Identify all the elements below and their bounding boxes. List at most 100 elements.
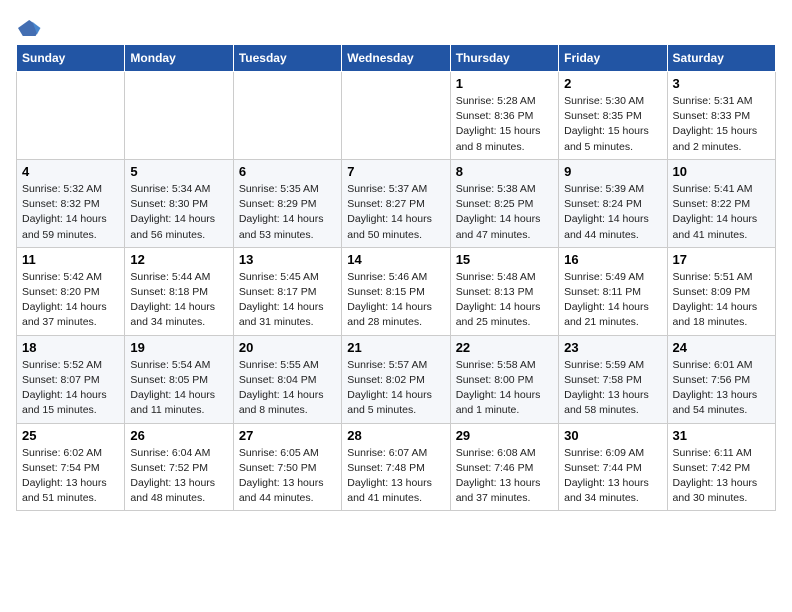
day-of-week-header: Thursday <box>450 45 558 72</box>
calendar-cell: 13 Sunrise: 5:45 AM Sunset: 8:17 PM Dayli… <box>233 247 341 335</box>
day-number: 16 <box>564 252 661 267</box>
day-info: Sunrise: 6:04 AM Sunset: 7:52 PM Dayligh… <box>130 446 227 507</box>
day-number: 15 <box>456 252 553 267</box>
day-number: 30 <box>564 428 661 443</box>
day-number: 21 <box>347 340 444 355</box>
calendar-cell: 31 Sunrise: 6:11 AM Sunset: 7:42 PM Dayli… <box>667 423 775 511</box>
day-info: Sunrise: 5:46 AM Sunset: 8:15 PM Dayligh… <box>347 270 444 331</box>
day-number: 17 <box>673 252 770 267</box>
day-of-week-header: Saturday <box>667 45 775 72</box>
calendar-cell <box>233 72 341 160</box>
day-number: 5 <box>130 164 227 179</box>
calendar-cell: 18Sunrise: 5:52 AM Sunset: 8:07 PM Dayli… <box>17 335 125 423</box>
day-info: Sunrise: 5:41 AM Sunset: 8:22 PM Dayligh… <box>673 182 770 243</box>
calendar-cell <box>342 72 450 160</box>
day-info: Sunrise: 5:57 AM Sunset: 8:02 PM Dayligh… <box>347 358 444 419</box>
day-info: Sunrise: 5:31 AM Sunset: 8:33 PM Dayligh… <box>673 94 770 155</box>
day-info: Sunrise: 5:30 AM Sunset: 8:35 PM Dayligh… <box>564 94 661 155</box>
calendar-cell: 3 Sunrise: 5:31 AM Sunset: 8:33 PM Daylig… <box>667 72 775 160</box>
day-number: 7 <box>347 164 444 179</box>
day-info: Sunrise: 5:49 AM Sunset: 8:11 PM Dayligh… <box>564 270 661 331</box>
day-number: 31 <box>673 428 770 443</box>
day-info: Sunrise: 6:01 AM Sunset: 7:56 PM Dayligh… <box>673 358 770 419</box>
calendar-cell <box>125 72 233 160</box>
calendar-cell: 10 Sunrise: 5:41 AM Sunset: 8:22 PM Dayli… <box>667 159 775 247</box>
calendar-cell: 29 Sunrise: 6:08 AM Sunset: 7:46 PM Dayli… <box>450 423 558 511</box>
day-number: 18 <box>22 340 119 355</box>
day-info: Sunrise: 5:58 AM Sunset: 8:00 PM Dayligh… <box>456 358 553 419</box>
calendar-cell: 16 Sunrise: 5:49 AM Sunset: 8:11 PM Dayli… <box>559 247 667 335</box>
day-info: Sunrise: 6:09 AM Sunset: 7:44 PM Dayligh… <box>564 446 661 507</box>
calendar-cell: 9 Sunrise: 5:39 AM Sunset: 8:24 PM Daylig… <box>559 159 667 247</box>
day-number: 4 <box>22 164 119 179</box>
day-of-week-header: Sunday <box>17 45 125 72</box>
calendar-cell: 6Sunrise: 5:35 AM Sunset: 8:29 PM Daylig… <box>233 159 341 247</box>
day-number: 29 <box>456 428 553 443</box>
calendar-cell: 8 Sunrise: 5:38 AM Sunset: 8:25 PM Daylig… <box>450 159 558 247</box>
day-number: 24 <box>673 340 770 355</box>
calendar-cell: 17Sunrise: 5:51 AM Sunset: 8:09 PM Dayli… <box>667 247 775 335</box>
calendar-cell: 1Sunrise: 5:28 AM Sunset: 8:36 PM Daylig… <box>450 72 558 160</box>
day-number: 1 <box>456 76 553 91</box>
day-of-week-header: Monday <box>125 45 233 72</box>
calendar-week-row: 11 Sunrise: 5:42 AM Sunset: 8:20 PM Dayli… <box>17 247 776 335</box>
day-number: 11 <box>22 252 119 267</box>
day-info: Sunrise: 6:11 AM Sunset: 7:42 PM Dayligh… <box>673 446 770 507</box>
day-number: 19 <box>130 340 227 355</box>
day-number: 28 <box>347 428 444 443</box>
day-info: Sunrise: 5:38 AM Sunset: 8:25 PM Dayligh… <box>456 182 553 243</box>
day-number: 14 <box>347 252 444 267</box>
logo <box>16 16 42 36</box>
day-info: Sunrise: 6:02 AM Sunset: 7:54 PM Dayligh… <box>22 446 119 507</box>
day-number: 6 <box>239 164 336 179</box>
calendar-cell: 24 Sunrise: 6:01 AM Sunset: 7:56 PM Dayli… <box>667 335 775 423</box>
calendar-cell: 25Sunrise: 6:02 AM Sunset: 7:54 PM Dayli… <box>17 423 125 511</box>
day-info: Sunrise: 5:55 AM Sunset: 8:04 PM Dayligh… <box>239 358 336 419</box>
calendar-cell: 23Sunrise: 5:59 AM Sunset: 7:58 PM Dayli… <box>559 335 667 423</box>
logo-icon <box>18 16 42 40</box>
calendar-cell: 7 Sunrise: 5:37 AM Sunset: 8:27 PM Daylig… <box>342 159 450 247</box>
day-number: 22 <box>456 340 553 355</box>
calendar-cell: 30 Sunrise: 6:09 AM Sunset: 7:44 PM Dayli… <box>559 423 667 511</box>
day-info: Sunrise: 5:48 AM Sunset: 8:13 PM Dayligh… <box>456 270 553 331</box>
calendar-cell: 28Sunrise: 6:07 AM Sunset: 7:48 PM Dayli… <box>342 423 450 511</box>
calendar-cell: 2 Sunrise: 5:30 AM Sunset: 8:35 PM Daylig… <box>559 72 667 160</box>
day-info: Sunrise: 5:42 AM Sunset: 8:20 PM Dayligh… <box>22 270 119 331</box>
calendar-cell: 21 Sunrise: 5:57 AM Sunset: 8:02 PM Dayli… <box>342 335 450 423</box>
day-number: 9 <box>564 164 661 179</box>
day-info: Sunrise: 6:08 AM Sunset: 7:46 PM Dayligh… <box>456 446 553 507</box>
calendar-cell: 14 Sunrise: 5:46 AM Sunset: 8:15 PM Dayli… <box>342 247 450 335</box>
day-info: Sunrise: 5:44 AM Sunset: 8:18 PM Dayligh… <box>130 270 227 331</box>
day-info: Sunrise: 5:34 AM Sunset: 8:30 PM Dayligh… <box>130 182 227 243</box>
day-info: Sunrise: 5:45 AM Sunset: 8:17 PM Dayligh… <box>239 270 336 331</box>
calendar-cell: 19 Sunrise: 5:54 AM Sunset: 8:05 PM Dayli… <box>125 335 233 423</box>
calendar-week-row: 1Sunrise: 5:28 AM Sunset: 8:36 PM Daylig… <box>17 72 776 160</box>
calendar-cell <box>17 72 125 160</box>
day-info: Sunrise: 6:05 AM Sunset: 7:50 PM Dayligh… <box>239 446 336 507</box>
day-number: 20 <box>239 340 336 355</box>
day-number: 23 <box>564 340 661 355</box>
day-number: 13 <box>239 252 336 267</box>
calendar-week-row: 18Sunrise: 5:52 AM Sunset: 8:07 PM Dayli… <box>17 335 776 423</box>
day-number: 27 <box>239 428 336 443</box>
calendar-week-row: 4 Sunrise: 5:32 AM Sunset: 8:32 PM Daylig… <box>17 159 776 247</box>
calendar-cell: 15 Sunrise: 5:48 AM Sunset: 8:13 PM Dayli… <box>450 247 558 335</box>
day-info: Sunrise: 5:37 AM Sunset: 8:27 PM Dayligh… <box>347 182 444 243</box>
calendar-cell: 4 Sunrise: 5:32 AM Sunset: 8:32 PM Daylig… <box>17 159 125 247</box>
calendar-table: SundayMondayTuesdayWednesdayThursdayFrid… <box>16 44 776 511</box>
day-number: 3 <box>673 76 770 91</box>
calendar-cell: 27 Sunrise: 6:05 AM Sunset: 7:50 PM Dayli… <box>233 423 341 511</box>
day-info: Sunrise: 5:39 AM Sunset: 8:24 PM Dayligh… <box>564 182 661 243</box>
day-info: Sunrise: 5:32 AM Sunset: 8:32 PM Dayligh… <box>22 182 119 243</box>
calendar-cell: 5 Sunrise: 5:34 AM Sunset: 8:30 PM Daylig… <box>125 159 233 247</box>
day-info: Sunrise: 5:54 AM Sunset: 8:05 PM Dayligh… <box>130 358 227 419</box>
day-number: 10 <box>673 164 770 179</box>
day-number: 2 <box>564 76 661 91</box>
calendar-header-row: SundayMondayTuesdayWednesdayThursdayFrid… <box>17 45 776 72</box>
page-header <box>16 16 776 36</box>
calendar-cell: 12Sunrise: 5:44 AM Sunset: 8:18 PM Dayli… <box>125 247 233 335</box>
day-number: 26 <box>130 428 227 443</box>
day-of-week-header: Wednesday <box>342 45 450 72</box>
day-number: 8 <box>456 164 553 179</box>
calendar-week-row: 25Sunrise: 6:02 AM Sunset: 7:54 PM Dayli… <box>17 423 776 511</box>
